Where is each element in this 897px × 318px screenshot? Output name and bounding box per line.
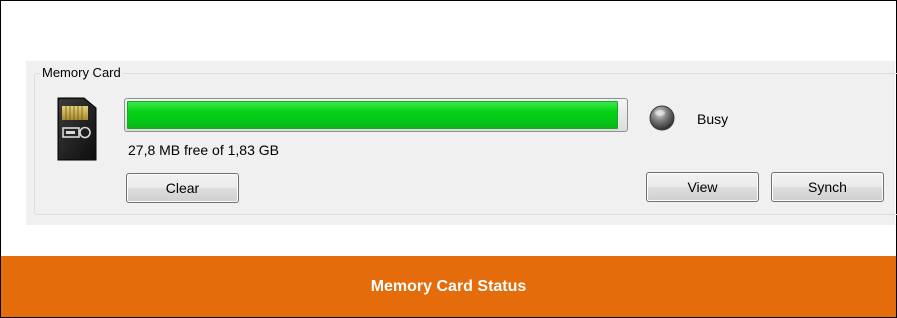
busy-indicator-icon: [649, 105, 675, 131]
progress-fill: [127, 101, 618, 129]
memory-card-panel: Memory Card Busy 27,8 MB free of 1,83 GB…: [26, 61, 897, 225]
status-label: Busy: [697, 111, 729, 127]
caption-title: Memory Card Status: [370, 277, 527, 295]
groupbox-title: Memory Card: [40, 65, 123, 80]
screenshot-frame: Memory Card Busy 27,8 MB free of 1,83 GB…: [0, 0, 897, 318]
caption-bar: Memory Card Status: [1, 256, 896, 317]
view-button[interactable]: View: [646, 172, 759, 202]
memory-usage-progress-bar: [124, 98, 628, 132]
synch-button[interactable]: Synch: [771, 172, 884, 202]
free-space-label: 27,8 MB free of 1,83 GB: [128, 142, 279, 158]
clear-button[interactable]: Clear: [126, 173, 239, 203]
memory-card-icon: [57, 97, 97, 161]
